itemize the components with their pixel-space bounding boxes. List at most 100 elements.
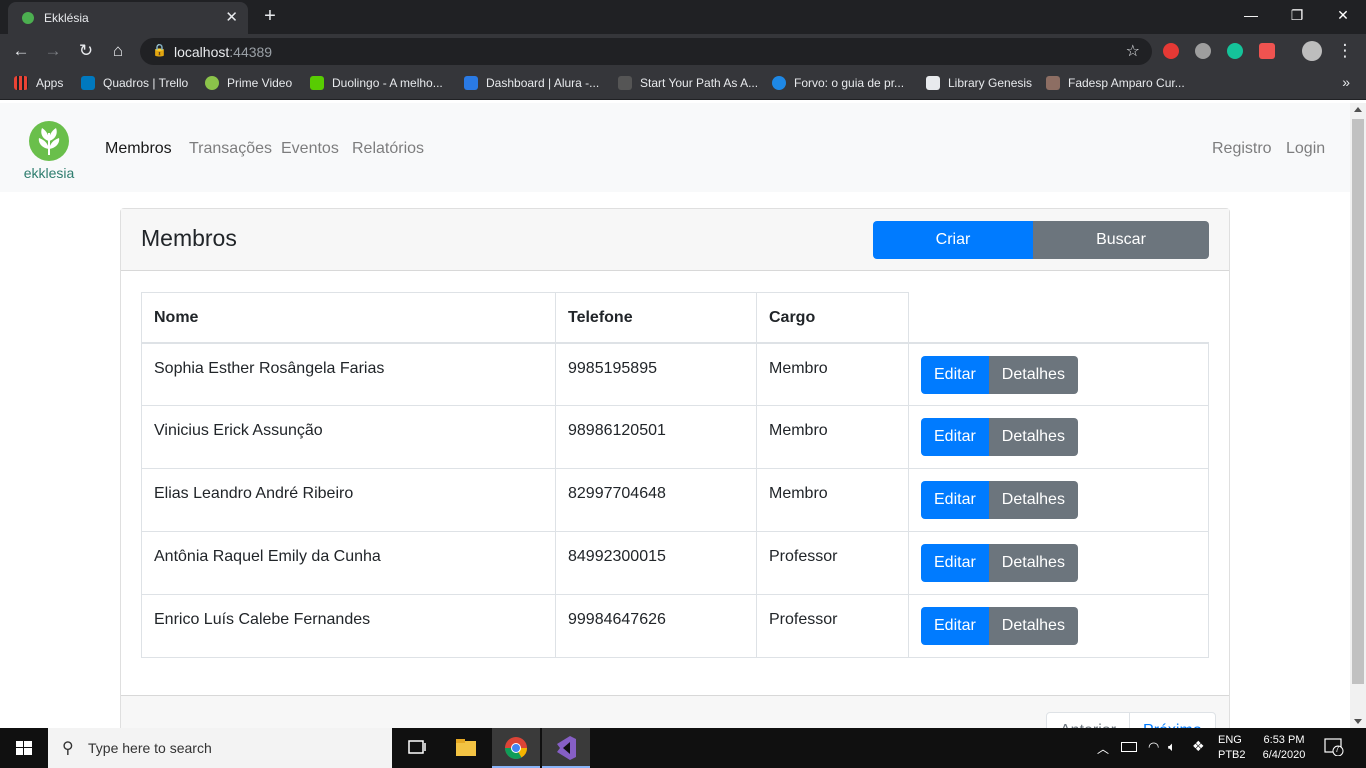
close-tab-icon[interactable]: ✕ xyxy=(225,8,238,26)
editar-button[interactable]: Editar xyxy=(921,418,989,456)
chrome-taskbar-icon[interactable] xyxy=(492,728,540,768)
bookmarks-bar: Apps Quadros | Trello Prime Video Duolin… xyxy=(0,68,1366,100)
nav-eventos[interactable]: Eventos xyxy=(281,140,339,158)
cell-telefone: 9985195895 xyxy=(555,342,757,406)
file-explorer-icon[interactable] xyxy=(442,728,490,768)
book-icon xyxy=(926,76,940,90)
address-bar[interactable]: 🔒 localhost:44389 ☆ xyxy=(140,38,1152,65)
cell-cargo: Membro xyxy=(756,342,909,406)
page-title: Membros xyxy=(141,225,237,251)
language-code: ENG xyxy=(1218,734,1242,746)
buscar-button[interactable]: Buscar xyxy=(1033,221,1209,259)
table-row: Antônia Raquel Emily da Cunha 8499230001… xyxy=(141,531,1209,595)
reload-icon[interactable]: ↻ xyxy=(75,40,97,62)
task-view-icon[interactable] xyxy=(392,728,440,768)
scroll-down-icon[interactable] xyxy=(1354,719,1362,724)
search-placeholder: Type here to search xyxy=(88,740,212,756)
menu-dots-icon[interactable]: ⋮ xyxy=(1334,40,1356,62)
dropbox-icon[interactable]: ❖ xyxy=(1192,738,1205,768)
grammarly-extension-icon[interactable] xyxy=(1227,43,1243,59)
detalhes-button[interactable]: Detalhes xyxy=(988,418,1078,456)
visual-studio-icon[interactable] xyxy=(542,728,590,768)
bookmark-start-path[interactable]: Start Your Path As A... xyxy=(618,76,758,90)
browser-tab[interactable]: Ekklésia ✕ xyxy=(8,2,248,34)
ekklesia-logo[interactable]: ekklesia xyxy=(18,119,80,181)
pagination: AnteriorPróximo xyxy=(1046,712,1216,728)
nav-transacoes[interactable]: Transações xyxy=(189,140,272,158)
play-icon xyxy=(205,76,219,90)
language-indicator[interactable]: ENG PTB2 xyxy=(1218,734,1246,768)
favicon-icon xyxy=(22,12,34,24)
cell-nome: Vinicius Erick Assunção xyxy=(141,405,556,469)
criar-button[interactable]: Criar xyxy=(873,221,1033,259)
card-header: Membros Criar Buscar xyxy=(121,209,1229,271)
cell-cargo: Professor xyxy=(756,531,909,595)
battery-icon[interactable] xyxy=(1121,742,1137,752)
clock[interactable]: 6:53 PM 6/4/2020 xyxy=(1256,734,1312,768)
row-actions: Editar Detalhes xyxy=(921,607,1078,645)
tab-title: Ekklésia xyxy=(44,11,89,25)
nav-login[interactable]: Login xyxy=(1286,140,1325,158)
detalhes-button[interactable]: Detalhes xyxy=(988,481,1078,519)
bookmark-star-icon[interactable]: ☆ xyxy=(1126,41,1140,61)
cell-actions: Editar Detalhes xyxy=(908,405,1209,469)
extension-icon[interactable] xyxy=(1195,43,1211,59)
page-scrollbar[interactable] xyxy=(1350,103,1366,728)
cell-telefone: 84992300015 xyxy=(555,531,757,595)
cell-cargo: Professor xyxy=(756,594,909,658)
profile-avatar[interactable] xyxy=(1302,41,1322,61)
nav-membros[interactable]: Membros xyxy=(105,140,172,158)
more-bookmarks-icon[interactable]: » xyxy=(1342,74,1350,90)
tray-expand-icon[interactable]: ︿ xyxy=(1097,740,1109,768)
cell-nome: Enrico Luís Calebe Fernandes xyxy=(141,594,556,658)
detalhes-button[interactable]: Detalhes xyxy=(988,607,1078,645)
restore-button[interactable]: ❐ xyxy=(1274,0,1320,30)
scrollbar-thumb[interactable] xyxy=(1352,119,1364,684)
cell-nome: Sophia Esther Rosângela Farias xyxy=(141,342,556,406)
forward-icon[interactable]: → xyxy=(42,40,64,62)
clock-date: 6/4/2020 xyxy=(1262,749,1306,761)
cell-actions: Editar Detalhes xyxy=(908,594,1209,658)
bookmark-fadesp[interactable]: Fadesp Amparo Cur... xyxy=(1046,76,1185,90)
detalhes-button[interactable]: Detalhes xyxy=(988,355,1078,394)
minimize-button[interactable]: — xyxy=(1228,0,1274,30)
column-header-cargo[interactable]: Cargo xyxy=(756,292,909,344)
bookmark-forvo[interactable]: Forvo: o guia de pr... xyxy=(772,76,904,90)
bookmark-library-genesis[interactable]: Library Genesis xyxy=(926,76,1032,90)
row-actions: Editar Detalhes xyxy=(921,418,1078,456)
members-table: Nome Telefone Cargo Sophia Esther Rosâng… xyxy=(141,292,1209,658)
editar-button[interactable]: Editar xyxy=(921,481,989,519)
scroll-up-icon[interactable] xyxy=(1354,107,1362,112)
table-row: Sophia Esther Rosângela Farias 998519589… xyxy=(141,342,1209,406)
pagination-next[interactable]: Próximo xyxy=(1130,713,1215,728)
cell-cargo: Membro xyxy=(756,405,909,469)
bookmark-alura[interactable]: Dashboard | Alura -... xyxy=(464,76,599,90)
bookmark-prime-video[interactable]: Prime Video xyxy=(205,76,292,90)
editar-button[interactable]: Editar xyxy=(921,607,989,645)
cell-actions: Editar Detalhes xyxy=(908,342,1209,406)
back-icon[interactable]: ← xyxy=(10,40,32,62)
nav-relatorios[interactable]: Relatórios xyxy=(352,140,424,158)
cell-nome: Elias Leandro André Ribeiro xyxy=(141,468,556,532)
bookmark-apps[interactable]: Apps xyxy=(14,76,63,90)
bookmark-trello[interactable]: Quadros | Trello xyxy=(81,76,188,90)
pagination-prev[interactable]: Anterior xyxy=(1047,713,1131,728)
start-button[interactable] xyxy=(0,728,48,768)
wifi-icon[interactable]: ◠ xyxy=(1148,739,1159,768)
volume-icon[interactable]: 🔈︎ xyxy=(1168,739,1176,768)
bookmark-duolingo[interactable]: Duolingo - A melho... xyxy=(310,76,443,90)
column-header-telefone[interactable]: Telefone xyxy=(555,292,757,344)
taskbar-search[interactable]: ⚲ Type here to search xyxy=(48,728,392,768)
extension-icon[interactable] xyxy=(1259,43,1275,59)
home-icon[interactable]: ⌂ xyxy=(107,40,129,62)
new-tab-button[interactable]: + xyxy=(258,5,282,29)
editar-button[interactable]: Editar xyxy=(921,355,989,394)
nav-registro[interactable]: Registro xyxy=(1212,140,1272,158)
close-window-button[interactable]: ✕ xyxy=(1320,0,1366,30)
editar-button[interactable]: Editar xyxy=(921,544,989,582)
detalhes-button[interactable]: Detalhes xyxy=(988,544,1078,582)
column-header-nome[interactable]: Nome xyxy=(141,292,556,344)
page-content: ekklesia Membros Transações Eventos Rela… xyxy=(0,103,1350,728)
adblock-extension-icon[interactable] xyxy=(1163,43,1179,59)
notifications-icon[interactable]: 7 xyxy=(1324,738,1344,757)
